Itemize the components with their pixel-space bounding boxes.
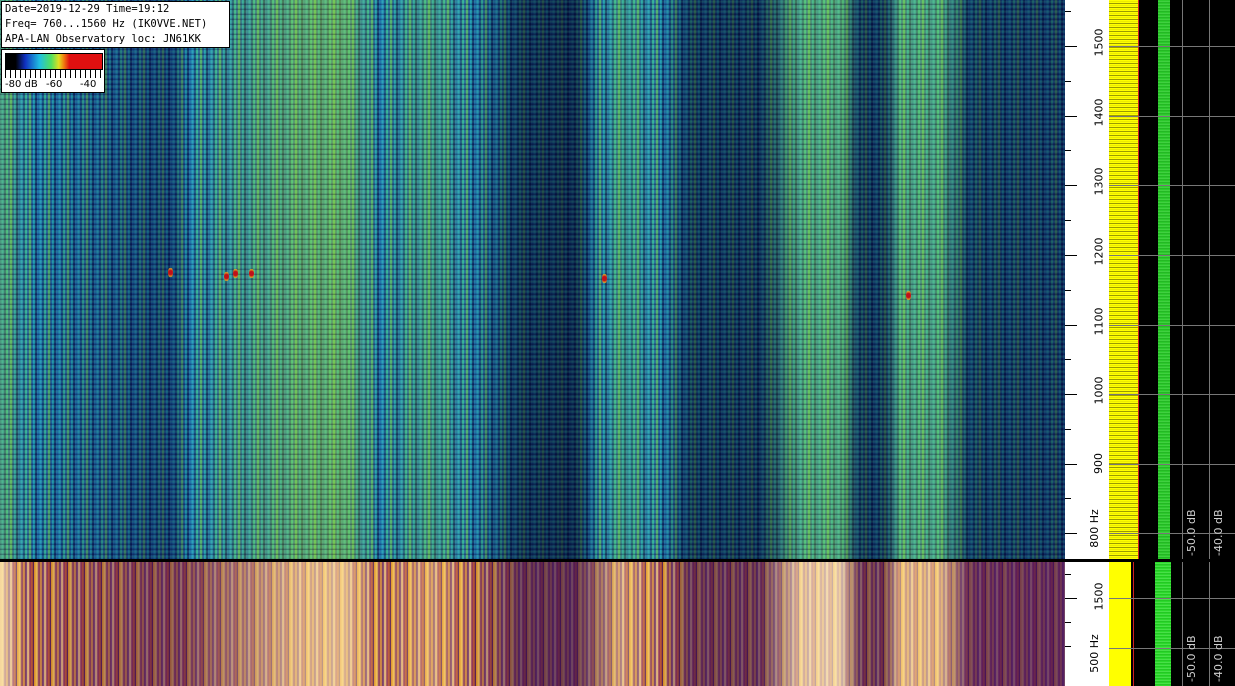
axis-tick xyxy=(1065,255,1077,256)
axis-tick-minor xyxy=(1065,498,1071,499)
signal-blip xyxy=(224,271,229,282)
signal-blip xyxy=(249,268,254,279)
freq-label-lower: 1500 xyxy=(1092,582,1106,611)
axis-tick-minor xyxy=(1065,359,1071,360)
freq-label: 1500 xyxy=(1092,28,1106,57)
scale-mid-label: -60 xyxy=(46,79,63,90)
spectrum-trace xyxy=(1109,562,1131,686)
signal-blip xyxy=(168,267,173,278)
frequency-axis: 1500 1400 1300 1200 1100 1000 900 800 Hz xyxy=(1065,0,1109,559)
db-label: -50.0 dB xyxy=(1185,509,1198,557)
axis-tick-minor xyxy=(1065,290,1071,291)
info-date-time: Date=2019-12-29 Time=19:12 xyxy=(5,3,170,15)
grid-line xyxy=(1109,598,1235,599)
scale-max-label: -40 xyxy=(80,79,97,90)
freq-label: 1200 xyxy=(1092,237,1106,266)
grid-line xyxy=(1109,255,1235,256)
db-label-lower: -40.0 dB xyxy=(1212,635,1225,683)
axis-tick-minor xyxy=(1065,429,1071,430)
grid-line xyxy=(1182,0,1183,559)
waterfall-main xyxy=(0,0,1065,560)
grid-line xyxy=(1209,562,1210,686)
db-label-lower: -50.0 dB xyxy=(1185,635,1198,683)
axis-tick-minor xyxy=(1065,150,1071,151)
info-observatory: APA-LAN Observatory loc: JN61KK xyxy=(5,33,201,45)
grid-line xyxy=(1182,562,1183,686)
info-box: Date=2019-12-29 Time=19:12 Freq= 760...1… xyxy=(1,1,230,48)
grid-line xyxy=(1109,464,1235,465)
grid-line xyxy=(1109,325,1235,326)
signal-blip xyxy=(233,268,238,279)
freq-label: 1300 xyxy=(1092,167,1106,196)
spectrogram-viewer: Date=2019-12-29 Time=19:12 Freq= 760...1… xyxy=(0,0,1235,686)
peak-trace xyxy=(1155,562,1171,686)
axis-tick xyxy=(1065,46,1077,47)
grid-line xyxy=(1109,46,1235,47)
freq-label: 1400 xyxy=(1092,98,1106,127)
axis-tick xyxy=(1065,598,1077,599)
axis-tick xyxy=(1065,533,1077,534)
freq-label: 1100 xyxy=(1092,307,1106,336)
axis-tick-minor xyxy=(1065,11,1071,12)
signal-blip xyxy=(906,290,911,301)
axis-tick xyxy=(1065,464,1077,465)
spectrum-panel-lower: -50.0 dB -40.0 dB xyxy=(1109,562,1235,686)
db-label: -40.0 dB xyxy=(1212,509,1225,557)
axis-tick-minor xyxy=(1065,220,1071,221)
color-scale-legend: -80 dB -60 -40 xyxy=(1,49,105,93)
frequency-axis-lower: 1500 500 Hz xyxy=(1065,562,1109,686)
waterfall-lower xyxy=(0,562,1065,686)
axis-tick xyxy=(1065,116,1077,117)
freq-label: 1000 xyxy=(1092,376,1106,405)
axis-tick xyxy=(1065,325,1077,326)
reference-line xyxy=(1133,562,1134,686)
freq-label: 800 Hz xyxy=(1087,509,1101,548)
scale-min-label: -80 dB xyxy=(5,79,38,90)
axis-tick-minor xyxy=(1065,574,1071,575)
axis-tick xyxy=(1065,394,1077,395)
signal-blip xyxy=(602,273,607,284)
grid-line xyxy=(1209,0,1210,559)
axis-tick-minor xyxy=(1065,622,1071,623)
freq-label: 900 xyxy=(1092,453,1105,474)
reference-line xyxy=(1138,0,1139,559)
color-scale-bar xyxy=(5,53,103,70)
info-frequency: Freq= 760...1560 Hz (IK0VVE.NET) xyxy=(5,18,208,30)
grid-line xyxy=(1109,185,1235,186)
spectrum-panel: -50.0 dB -40.0 dB xyxy=(1109,0,1235,559)
spectrum-trace xyxy=(1109,0,1139,559)
color-scale-ticks xyxy=(5,70,103,78)
axis-tick xyxy=(1065,185,1077,186)
axis-tick-minor xyxy=(1065,81,1071,82)
grid-line xyxy=(1109,116,1235,117)
freq-label-lower: 500 Hz xyxy=(1087,634,1101,673)
grid-line xyxy=(1109,394,1235,395)
peak-trace xyxy=(1158,0,1170,559)
axis-tick-minor xyxy=(1065,646,1071,647)
